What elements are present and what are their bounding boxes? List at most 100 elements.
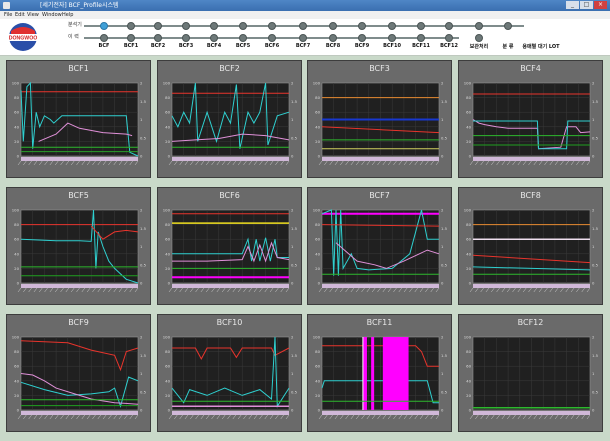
chart-panel-bcf7[interactable]: BCF7 100 80 60 40 20 0 2 1.5 1 0.5 0 (307, 187, 452, 305)
analyzer-knob-14[interactable] (504, 22, 512, 30)
left-tick-label: 60 (466, 110, 471, 115)
chart-panel-bcf10[interactable]: BCF10 100 80 60 40 20 0 2 1.5 1 0.5 0 (157, 314, 302, 432)
x-tick-mark (414, 287, 418, 293)
x-tick-mark (398, 160, 402, 166)
right-tick-label: 1.5 (592, 353, 599, 358)
x-tick-mark (329, 160, 333, 166)
chart-panel-bcf8[interactable]: BCF8 100 80 60 40 20 0 2 1.5 1 0.5 0 (458, 187, 603, 305)
history-knob-12[interactable] (445, 34, 453, 42)
series-band (371, 337, 375, 410)
x-tick-mark (361, 414, 365, 420)
time-axis-bar (172, 411, 289, 415)
left-tick-label: 40 (165, 251, 170, 256)
chart-panel-bcf6[interactable]: BCF6 100 80 60 40 20 0 2 1.5 1 0.5 0 (157, 187, 302, 305)
x-tick-mark (285, 414, 290, 420)
history-knob-3[interactable] (182, 34, 190, 42)
analyzer-knob-0[interactable] (100, 22, 108, 30)
analyzer-knob-7[interactable] (299, 22, 307, 30)
right-tick-label: 1 (592, 371, 595, 376)
x-tick-mark (65, 287, 70, 293)
history-knob-0[interactable] (100, 34, 108, 42)
chart-panel-bcf2[interactable]: BCF2 100 80 60 40 20 0 2 1.5 1 0.5 0 (157, 60, 302, 178)
analyzer-knob-6[interactable] (268, 22, 276, 30)
left-tick-label: 20 (14, 266, 19, 271)
x-tick-mark (134, 160, 139, 166)
history-knob-8[interactable] (329, 34, 337, 42)
chart-panel-bcf4[interactable]: BCF4 100 80 60 40 20 0 2 1.5 1 0.5 0 (458, 60, 603, 178)
x-tick-mark (554, 160, 559, 166)
x-tick-mark (544, 287, 548, 293)
column-label-15[interactable]: 용매별 대기 LOT (521, 43, 561, 50)
x-tick-mark (253, 414, 258, 420)
left-tick-label: 0 (469, 408, 472, 413)
x-tick-mark (179, 287, 183, 293)
menu-view[interactable]: View (27, 11, 39, 19)
chart-panel-bcf9[interactable]: BCF9 100 80 60 40 20 0 2 1.5 1 0.5 0 (6, 314, 151, 432)
analyzer-knob-13[interactable] (475, 22, 483, 30)
x-tick-mark (39, 287, 43, 293)
left-tick-label: 60 (14, 110, 19, 115)
x-tick-mark (409, 414, 413, 420)
right-tick-label: 1 (592, 244, 595, 249)
x-tick-mark (387, 414, 392, 420)
chart-panel-bcf11[interactable]: BCF11 100 80 60 40 20 0 2 1.5 1 0.5 0 (307, 314, 452, 432)
right-tick-label: 1 (592, 117, 595, 122)
analyzer-knob-3[interactable] (182, 22, 190, 30)
menu-window[interactable]: Window (42, 11, 62, 19)
right-tick-label: 1 (441, 371, 444, 376)
time-axis-bar (322, 411, 439, 415)
x-tick-mark (227, 287, 231, 293)
analyzer-knob-8[interactable] (329, 22, 337, 30)
history-knob-5[interactable] (239, 34, 247, 42)
x-tick-mark (345, 414, 349, 420)
x-tick-mark (501, 414, 506, 420)
left-tick-label: 0 (318, 154, 321, 159)
history-knob-7[interactable] (299, 34, 307, 42)
analyzer-knob-9[interactable] (358, 22, 366, 30)
analyzer-knob-1[interactable] (127, 22, 135, 30)
analyzer-knob-4[interactable] (210, 22, 218, 30)
analyzer-knob-10[interactable] (388, 22, 396, 30)
maximize-button[interactable]: □ (580, 1, 593, 9)
chart-panel-bcf5[interactable]: BCF5 100 80 60 40 20 0 2 1.5 1 0.5 0 (6, 187, 151, 305)
analyzer-knob-2[interactable] (154, 22, 162, 30)
x-tick-mark (356, 160, 360, 166)
history-knob-11[interactable] (417, 34, 425, 42)
left-tick-label: 60 (14, 237, 19, 242)
x-tick-mark (501, 287, 506, 293)
x-tick-mark (221, 287, 226, 293)
history-knob-4[interactable] (210, 34, 218, 42)
left-tick-label: 20 (315, 393, 320, 398)
x-tick-mark (586, 414, 591, 420)
menu-edit[interactable]: Edit (15, 11, 25, 19)
left-tick-label: 80 (14, 222, 19, 227)
close-button[interactable]: × (594, 1, 607, 9)
left-tick-label: 60 (315, 364, 320, 369)
left-tick-label: 40 (315, 251, 320, 256)
history-knob-2[interactable] (154, 34, 162, 42)
history-knob-9[interactable] (358, 34, 366, 42)
x-tick-mark (356, 414, 360, 420)
chart-panel-bcf3[interactable]: BCF3 100 80 60 40 20 0 2 1.5 1 0.5 0 (307, 60, 452, 178)
history-knob-6[interactable] (268, 34, 276, 42)
analyzer-knob-5[interactable] (239, 22, 247, 30)
history-knob-10[interactable] (388, 34, 396, 42)
menu-help[interactable]: Help (62, 11, 73, 19)
x-tick-mark (134, 287, 139, 293)
x-tick-mark (200, 287, 205, 293)
history-knob-1[interactable] (127, 34, 135, 42)
minimize-button[interactable]: _ (566, 1, 579, 9)
menu-file[interactable]: File (4, 11, 12, 19)
x-tick-mark (425, 414, 429, 420)
analyzer-knob-11[interactable] (417, 22, 425, 30)
time-axis-bar (21, 157, 138, 161)
analyzer-knob-12[interactable] (445, 22, 453, 30)
x-tick-mark (124, 160, 128, 166)
right-tick-label: 1.5 (441, 226, 448, 231)
chart-panel-bcf1[interactable]: BCF1 100 80 60 40 20 0 2 1.5 1 0.5 0 (6, 60, 151, 178)
chart-panel-bcf12[interactable]: BCF12 100 80 60 40 20 0 2 1.5 1 0.5 0 (458, 314, 603, 432)
x-tick-mark (60, 287, 64, 293)
history-knob-13[interactable] (475, 34, 483, 42)
chart-canvas: 100 80 60 40 20 0 2 1.5 1 0.5 0 (163, 335, 298, 420)
right-tick-label: 1.5 (592, 226, 599, 231)
